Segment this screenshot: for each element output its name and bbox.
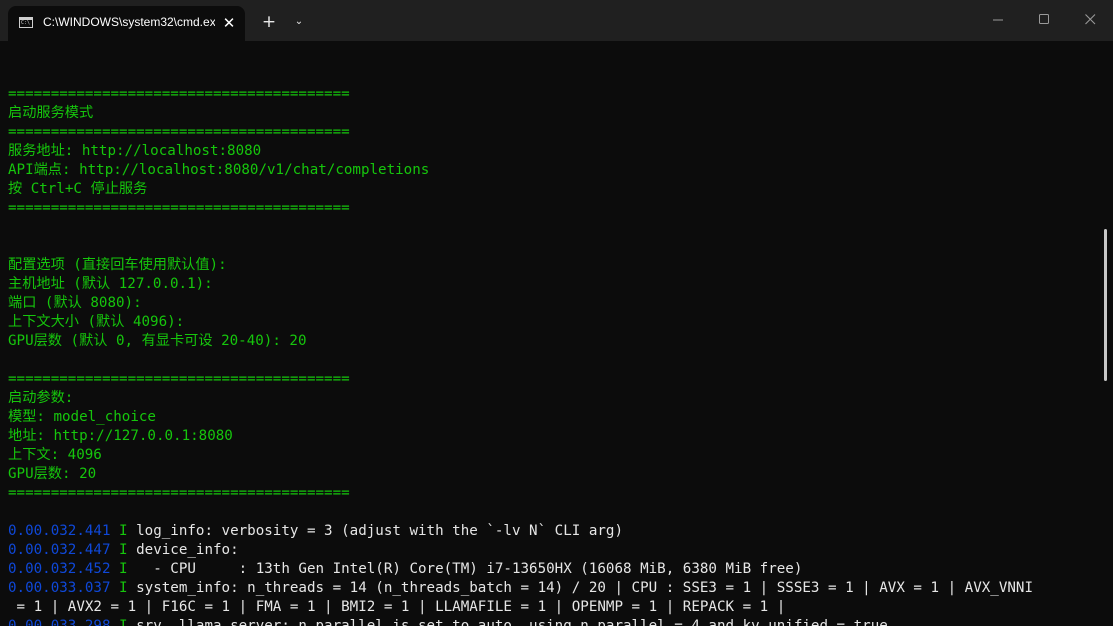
terminal-line: ======================================== [8,124,350,140]
log-level: I [110,523,137,539]
terminal-tab[interactable]: C:\WINDOWS\system32\cmd.exe ✕ [8,6,245,41]
log-level: I [110,618,137,626]
terminal-line: 地址: http://127.0.0.1:8080 [8,428,233,444]
log-message: srv llama_server: n_parallel is set to a… [136,618,888,626]
tab-dropdown-icon[interactable]: ⌄ [290,12,308,32]
log-timestamp: 0.00.033.298 [8,618,111,626]
close-button[interactable] [1067,0,1113,41]
terminal-line: 模型: model_choice [8,409,156,425]
log-timestamp: 0.00.032.452 [8,561,111,577]
minimize-button[interactable] [975,0,1021,41]
tab-title: C:\WINDOWS\system32\cmd.exe [43,15,215,29]
log-timestamp: 0.00.032.441 [8,523,111,539]
log-message: device_info: [136,542,239,558]
terminal-line: ======================================== [8,371,350,387]
log-message: log_info: verbosity = 3 (adjust with the… [136,523,623,539]
terminal-line: ======================================== [8,86,350,102]
cmd-icon [19,17,33,28]
terminal-line: 端口 (默认 8080): [8,295,142,311]
log-message: - CPU : 13th Gen Intel(R) Core(TM) i7-13… [136,561,803,577]
terminal-line: 上下文: 4096 [8,447,102,463]
terminal-line: 服务地址: http://localhost:8080 [8,143,262,159]
terminal-line: 主机地址 (默认 127.0.0.1): [8,276,213,292]
terminal-line: 配置选项 (直接回车使用默认值): [8,257,227,273]
terminal-line: 按 Ctrl+C 停止服务 [8,181,148,197]
log-message: = 1 | AVX2 = 1 | F16C = 1 | FMA = 1 | BM… [8,599,786,615]
title-bar: C:\WINDOWS\system32\cmd.exe ✕ + ⌄ [0,0,1113,41]
new-tab-button[interactable]: + [259,12,279,32]
terminal-output[interactable]: ========================================… [8,66,1098,626]
log-line: 0.00.032.452 I - CPU : 13th Gen Intel(R)… [8,560,1098,579]
maximize-icon [1038,14,1049,24]
terminal-line: API端点: http://localhost:8080/v1/chat/com… [8,162,430,178]
tab-close-icon[interactable]: ✕ [219,13,239,33]
log-timestamp: 0.00.032.447 [8,542,111,558]
terminal-line: GPU层数: 20 [8,466,97,482]
log-line: 0.00.033.037 I system_info: n_threads = … [8,579,1098,598]
log-level: I [110,561,137,577]
log-line: 0.00.033.298 I srv llama_server: n_paral… [8,617,1098,626]
terminal-line: 启动参数: [8,390,74,406]
terminal-line: GPU层数 (默认 0, 有显卡可设 20-40): 20 [8,333,307,349]
terminal-line: 上下文大小 (默认 4096): [8,314,185,330]
terminal-line: ======================================== [8,200,350,216]
scrollbar[interactable] [1104,229,1107,381]
terminal-line: ======================================== [8,485,350,501]
close-icon [1084,14,1095,25]
log-line: 0.00.032.441 I log_info: verbosity = 3 (… [8,522,1098,541]
minimize-icon [992,19,1003,21]
terminal-line: 启动服务模式 [8,105,94,121]
log-level: I [110,542,137,558]
log-timestamp: 0.00.033.037 [8,580,111,596]
log-line: = 1 | AVX2 = 1 | F16C = 1 | FMA = 1 | BM… [8,598,1098,617]
log-line: 0.00.032.447 I device_info: [8,541,1098,560]
log-message: system_info: n_threads = 14 (n_threads_b… [136,580,1033,596]
maximize-button[interactable] [1021,0,1067,41]
log-level: I [110,580,137,596]
terminal-window: C:\WINDOWS\system32\cmd.exe ✕ + ⌄ ======… [0,0,1113,626]
